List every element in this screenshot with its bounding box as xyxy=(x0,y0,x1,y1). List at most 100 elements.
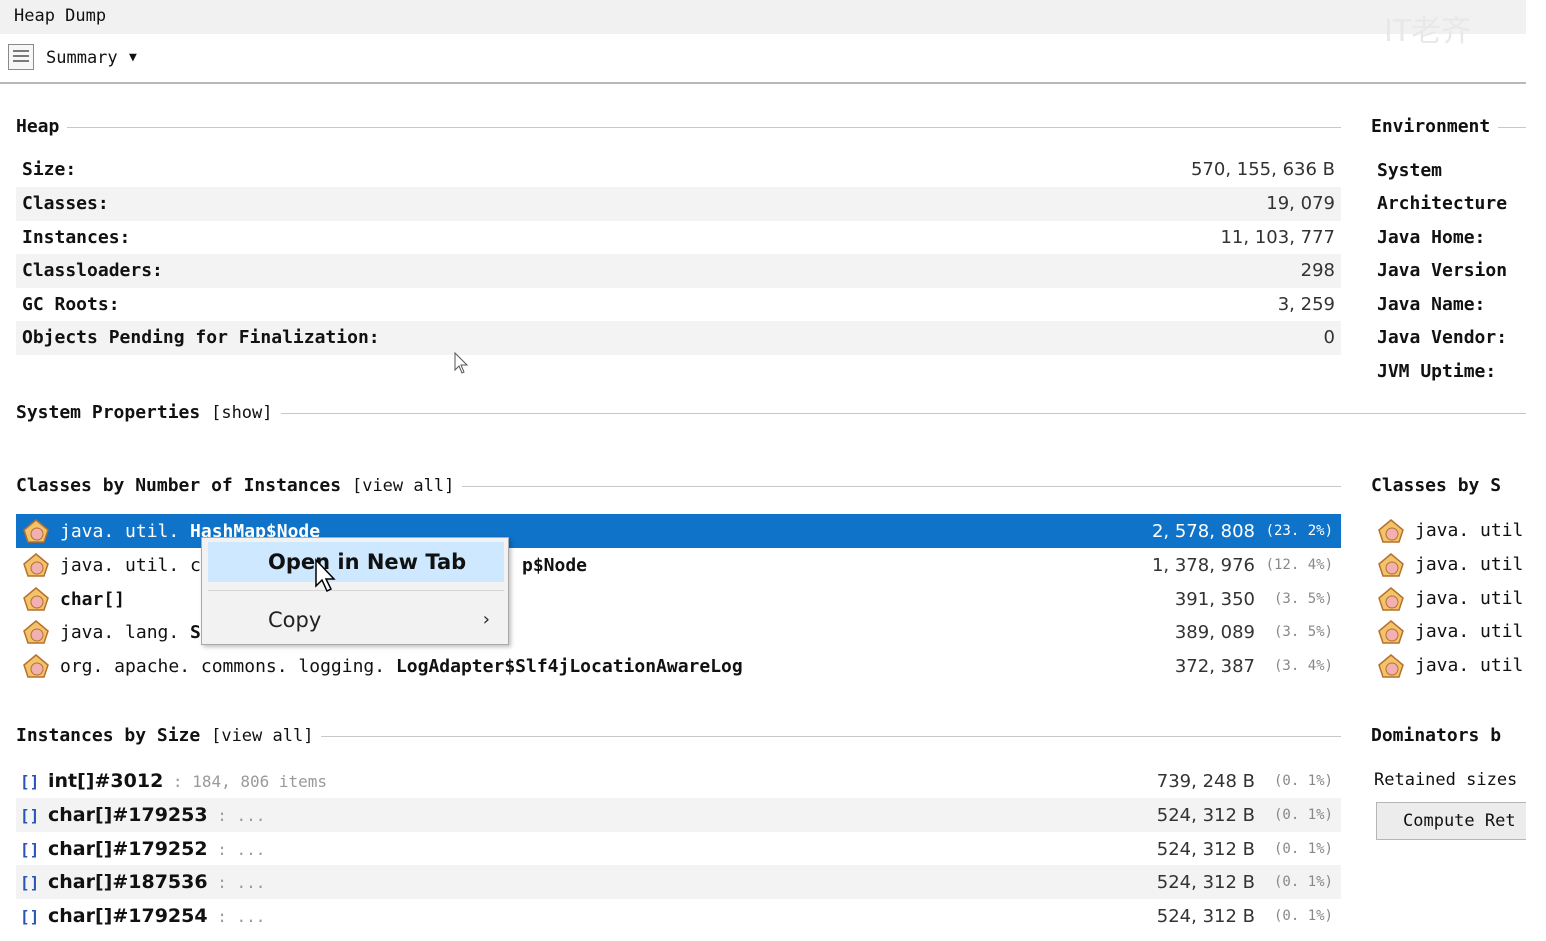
heap-section-title: Heap xyxy=(16,116,68,137)
bracket-close: ] xyxy=(444,476,455,496)
instance-size: 524, 312 B xyxy=(1156,839,1255,860)
instance-size-percent: (0. 1%) xyxy=(1273,773,1333,789)
window-title: Heap Dump xyxy=(14,6,107,26)
bracket-open: [ xyxy=(211,403,222,423)
instances-by-size-label: Instances by Size xyxy=(16,725,201,746)
env-label-architecture: Architecture xyxy=(1377,193,1508,214)
heap-row-classloaders: Classloaders: 298 xyxy=(16,254,1341,288)
bracket-open: [ xyxy=(211,726,222,746)
environment-section-title: Environment xyxy=(1371,116,1499,137)
heap-label: Objects Pending for Finalization: xyxy=(22,327,380,348)
dominators-title: Dominators b xyxy=(1371,725,1534,746)
heap-label: Instances: xyxy=(22,227,131,248)
view-selector[interactable]: Summary xyxy=(46,48,118,68)
caret-down-icon[interactable]: ▼ xyxy=(129,50,137,65)
classes-by-size-title: Classes by S xyxy=(1371,475,1534,496)
retained-sizes-label: Retained sizes xyxy=(1374,770,1518,790)
system-properties-show-link[interactable]: show xyxy=(221,403,262,423)
instance-size: 524, 312 B xyxy=(1156,805,1255,826)
right-edge xyxy=(1526,0,1546,941)
window-title-bar: Heap Dump xyxy=(0,0,1526,34)
instance-percent: (23. 2%) xyxy=(1265,523,1333,539)
class-icon xyxy=(23,553,49,577)
env-label-system: System xyxy=(1377,160,1443,181)
class-icon xyxy=(1378,519,1404,543)
size-class-item[interactable]: java. util. xyxy=(1377,550,1526,580)
chevron-right-icon: › xyxy=(482,609,490,630)
instance-size-percent: (0. 1%) xyxy=(1273,807,1333,823)
heap-label: Classes: xyxy=(22,193,109,214)
instance-size: 739, 248 B xyxy=(1156,771,1255,792)
class-icon xyxy=(1378,587,1404,611)
instance-count: 389, 089 xyxy=(1174,622,1255,643)
heap-row-size: Size: 570, 155, 636 B xyxy=(16,153,1341,187)
instance-count: 1, 378, 976 xyxy=(1151,555,1255,576)
instance-percent: (12. 4%) xyxy=(1265,557,1333,573)
instance-size: 524, 312 B xyxy=(1156,906,1255,927)
size-class-item[interactable]: java. util. xyxy=(1377,617,1526,647)
menu-item-copy-label: Copy xyxy=(268,608,322,632)
instance-name: char[]#187536 : ... xyxy=(48,871,266,893)
classes-by-instances-title: Classes by Number of Instances [view all… xyxy=(16,475,463,496)
class-name: char[] xyxy=(60,589,126,610)
system-properties-title: System Properties [show] xyxy=(16,402,281,423)
heap-label: Classloaders: xyxy=(22,260,163,281)
instance-count: 2, 578, 808 xyxy=(1151,521,1255,542)
size-class-name: java. util. xyxy=(1415,520,1526,541)
heap-label: GC Roots: xyxy=(22,294,120,315)
size-class-name: java. util. xyxy=(1415,621,1526,642)
array-instance-icon: [] xyxy=(20,806,40,825)
instance-row[interactable]: [] int[]#3012 : 184, 806 items 739, 248 … xyxy=(16,764,1341,798)
instance-count: 372, 387 xyxy=(1174,656,1255,677)
class-name: org. apache. commons. logging. LogAdapte… xyxy=(60,656,743,677)
bracket-open: [ xyxy=(351,476,363,496)
instances-by-size-title: Instances by Size [view all] xyxy=(16,725,322,746)
class-name: java. lang. St xyxy=(60,622,212,643)
instance-count: 391, 350 xyxy=(1174,589,1255,610)
instance-row[interactable]: [] char[]#187536 : ... 524, 312 B (0. 1%… xyxy=(16,865,1341,899)
env-label-jvm-uptime: JVM Uptime: xyxy=(1377,361,1497,382)
instance-name: int[]#3012 : 184, 806 items xyxy=(48,770,328,792)
heap-row-pending-finalization: Objects Pending for Finalization: 0 xyxy=(16,321,1341,355)
bracket-close: ] xyxy=(303,726,314,746)
class-row-log-adapter[interactable]: org. apache. commons. logging. LogAdapte… xyxy=(16,649,1341,683)
heap-value: 0 xyxy=(1323,327,1335,348)
heap-value: 3, 259 xyxy=(1277,294,1335,315)
instance-size-percent: (0. 1%) xyxy=(1273,874,1333,890)
instance-row[interactable]: [] char[]#179254 : ... 524, 312 B (0. 1%… xyxy=(16,899,1341,933)
instance-percent: (3. 5%) xyxy=(1273,591,1333,607)
size-class-name: java. util. xyxy=(1415,655,1526,676)
size-class-name: java. util. xyxy=(1415,588,1526,609)
class-name: java. util. con p$Node xyxy=(60,555,588,576)
instance-row[interactable]: [] char[]#179253 : ... 524, 312 B (0. 1%… xyxy=(16,798,1341,832)
mouse-pointer-icon xyxy=(454,352,469,374)
menu-item-copy[interactable]: Copy › xyxy=(208,600,504,640)
size-class-item[interactable]: java. util. xyxy=(1377,516,1526,546)
bracket-close: ] xyxy=(262,403,273,423)
array-instance-icon: [] xyxy=(20,873,40,892)
class-icon xyxy=(23,620,49,644)
classes-view-all-link[interactable]: view all xyxy=(362,476,444,496)
array-instance-icon: [] xyxy=(20,907,40,926)
class-icon xyxy=(1378,654,1404,678)
compute-retained-sizes-button[interactable]: Compute Ret xyxy=(1376,802,1536,840)
array-instance-icon: [] xyxy=(20,840,40,859)
instances-view-all-link[interactable]: view all xyxy=(221,726,303,746)
instance-size-percent: (0. 1%) xyxy=(1273,908,1333,924)
toolbar: Summary ▼ xyxy=(0,34,1526,84)
env-label-java-home: Java Home: xyxy=(1377,227,1486,248)
heap-row-gc-roots: GC Roots: 3, 259 xyxy=(16,288,1341,322)
context-menu: Open in New Tab Copy › xyxy=(201,537,509,645)
class-icon xyxy=(23,587,49,611)
instance-size: 524, 312 B xyxy=(1156,872,1255,893)
instance-row[interactable]: [] char[]#179252 : ... 524, 312 B (0. 1%… xyxy=(16,832,1341,866)
size-class-item[interactable]: java. util. xyxy=(1377,651,1526,681)
summary-view-icon[interactable] xyxy=(8,44,34,70)
env-label-java-vendor: Java Vendor: xyxy=(1377,327,1508,348)
size-class-item[interactable]: java. util. xyxy=(1377,584,1526,614)
class-icon xyxy=(1378,553,1404,577)
menu-separator xyxy=(208,590,504,591)
heap-value: 298 xyxy=(1300,260,1335,281)
instance-name: char[]#179252 : ... xyxy=(48,838,266,860)
menu-item-open-in-new-tab[interactable]: Open in New Tab xyxy=(208,542,504,582)
